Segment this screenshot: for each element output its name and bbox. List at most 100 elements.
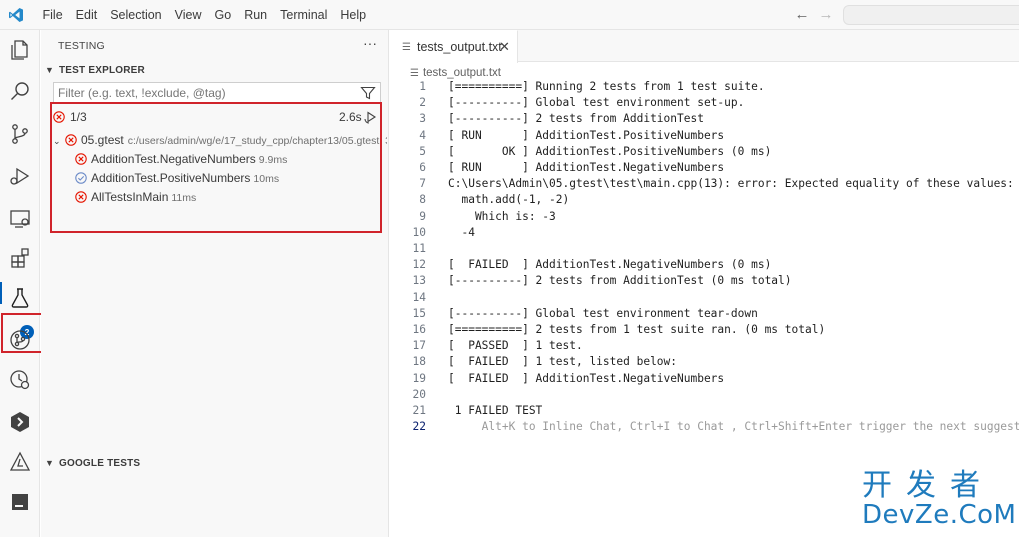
menu-edit[interactable]: Edit (69, 0, 104, 30)
line-text: [ FAILED ] AdditionTest.NegativeNumbers … (448, 258, 772, 272)
code-line[interactable]: 16 [==========] 2 tests from 1 test suite… (390, 322, 1019, 338)
extensions-icon[interactable] (8, 246, 32, 270)
watermark-logo: 开发者 DevZe.CoM (862, 470, 1017, 532)
line-number: 8 (419, 193, 426, 207)
code-line[interactable]: 2 [----------] Global test environment se… (390, 95, 1019, 111)
code-line[interactable]: 9 Which is: -3 (390, 209, 1019, 225)
title-bar: File Edit Selection View Go Run Terminal… (0, 0, 1019, 30)
menu-run[interactable]: Run (238, 0, 274, 30)
code-line[interactable]: 4 [ RUN ] AdditionTest.PositiveNumbers (390, 128, 1019, 144)
google-tests-header[interactable]: ▼ GOOGLE TESTS (45, 452, 140, 474)
code-line[interactable]: 20 (390, 387, 1019, 403)
line-number: 20 (412, 387, 426, 401)
run-debug-icon[interactable] (8, 164, 32, 188)
code-line[interactable]: 5 [ OK ] AdditionTest.PositiveNumbers (0 … (390, 144, 1019, 160)
code-line[interactable]: 3 [----------] 2 tests from AdditionTest (390, 111, 1019, 127)
test-explorer-header[interactable]: ▼ TEST EXPLORER (45, 59, 145, 81)
line-text: [ PASSED ] 1 test. (448, 339, 583, 353)
line-text: 1 FAILED TEST (448, 404, 543, 417)
terminal-icon[interactable] (8, 490, 32, 514)
line-text: [----------] Global test environment set… (448, 96, 745, 110)
code-line[interactable]: 21 1 FAILED TEST (390, 403, 1019, 419)
line-number: 5 (419, 144, 426, 158)
editor-tabs: ☰ tests_output.txt ✕ (390, 30, 1019, 63)
test-filter (53, 82, 381, 104)
filter-icon[interactable] (360, 85, 376, 101)
active-indicator (0, 282, 2, 304)
search-icon[interactable] (8, 80, 32, 104)
inline-chat-hint: Alt+K to Inline Chat, Ctrl+I to Chat , C… (448, 420, 1019, 434)
code-line[interactable]: 22 Alt+K to Inline Chat, Ctrl+I to Chat … (390, 419, 1019, 435)
code-line[interactable]: 11 (390, 241, 1019, 257)
flask-alt-icon[interactable] (8, 450, 32, 474)
test-explorer-title: TEST EXPLORER (59, 65, 145, 76)
line-number: 6 (419, 161, 426, 174)
line-text: [----------] 2 tests from AdditionTest (448, 112, 704, 126)
menu-view[interactable]: View (168, 0, 208, 30)
menu-selection[interactable]: Selection (104, 0, 168, 30)
line-text: [ OK ] AdditionTest.PositiveNumbers (0 m… (448, 144, 772, 158)
line-number: 9 (419, 209, 426, 223)
menu-go[interactable]: Go (208, 0, 238, 30)
line-number: 15 (412, 306, 426, 320)
command-center-search[interactable] (843, 5, 1019, 25)
google-tests-title: GOOGLE TESTS (59, 458, 141, 469)
line-number: 1 (419, 80, 426, 93)
line-number: 14 (412, 290, 426, 304)
breadcrumb-file[interactable]: tests_output.txt (423, 67, 501, 79)
line-text: [==========] Running 2 tests from 1 test… (448, 80, 765, 93)
back-arrow-icon[interactable]: ← (794, 5, 810, 25)
line-number: 13 (412, 274, 426, 288)
code-line[interactable]: 17 [ PASSED ] 1 test. (390, 338, 1019, 354)
line-text: [==========] 2 tests from 1 test suite r… (448, 323, 826, 336)
line-number: 16 (412, 323, 426, 336)
remote-explorer-icon[interactable] (8, 206, 32, 230)
watermark-bottom: DevZe.CoM (862, 500, 1017, 530)
timeline-icon[interactable] (8, 368, 32, 392)
testing-sidebar: TESTING ··· ▼TEST EXPLORER 1/3 2.6s ⌄05.… (41, 30, 389, 537)
filter-input[interactable] (58, 85, 338, 101)
line-text: [ FAILED ] AdditionTest.NegativeNumbers (448, 371, 725, 385)
forward-arrow-icon[interactable]: → (818, 5, 834, 25)
code-line[interactable]: 1 [==========] Running 2 tests from 1 tes… (390, 79, 1019, 95)
sidebar-title: TESTING (58, 40, 105, 52)
testing-icon[interactable] (8, 286, 32, 310)
vscode-logo-icon[interactable] (8, 7, 24, 23)
menu-help[interactable]: Help (334, 0, 373, 30)
menu-file[interactable]: File (36, 0, 69, 30)
line-text: [ RUN ] AdditionTest.PositiveNumbers (448, 128, 725, 142)
line-text: C:\Users\Admin\05.gtest\test\main.cpp(13… (448, 177, 1014, 191)
close-icon[interactable]: ✕ (499, 39, 510, 55)
line-number: 22 (412, 420, 426, 434)
extension-pack-icon[interactable] (8, 410, 32, 434)
tab-tests-output[interactable]: ☰ tests_output.txt ✕ (390, 30, 518, 63)
line-number: 19 (412, 371, 426, 385)
line-number: 18 (412, 355, 426, 369)
line-number: 2 (419, 96, 426, 110)
line-text: [ FAILED ] 1 test, listed below: (448, 355, 678, 369)
text-file-icon: ☰ (402, 42, 411, 53)
code-line[interactable]: 6 [ RUN ] AdditionTest.NegativeNumbers (390, 160, 1019, 176)
code-line[interactable]: 8 math.add(-1, -2) (390, 192, 1019, 208)
code-line[interactable]: 15 [----------] Global test environment t… (390, 306, 1019, 322)
line-text: Which is: -3 (448, 209, 556, 223)
code-line[interactable]: 19 [ FAILED ] AdditionTest.NegativeNumber… (390, 371, 1019, 387)
editor-area: ☰ tests_output.txt ✕ ☰ tests_output.txt 1… (390, 30, 1019, 537)
chevron-down-icon: ▼ (45, 458, 55, 468)
code-line[interactable]: 12 [ FAILED ] AdditionTest.NegativeNumber… (390, 257, 1019, 273)
line-text: math.add(-1, -2) (448, 193, 570, 207)
code-line[interactable]: 10 -4 (390, 225, 1019, 241)
code-line[interactable]: 18 [ FAILED ] 1 test, listed below: (390, 354, 1019, 370)
activity-bar: 2 (0, 30, 49, 537)
source-control-icon[interactable] (8, 122, 32, 146)
code-line[interactable]: 14 (390, 290, 1019, 306)
line-number: 21 (412, 404, 426, 417)
menu-terminal[interactable]: Terminal (274, 0, 334, 30)
code-line[interactable]: 13 [----------] 2 tests from AdditionTest… (390, 273, 1019, 289)
line-number: 12 (412, 258, 426, 272)
line-number: 3 (419, 112, 426, 126)
code-line[interactable]: 7 C:\Users\Admin\05.gtest\test\main.cpp(1… (390, 176, 1019, 192)
line-number: 7 (419, 177, 426, 191)
more-actions-icon[interactable]: ··· (363, 35, 377, 51)
explorer-icon[interactable] (8, 38, 32, 62)
